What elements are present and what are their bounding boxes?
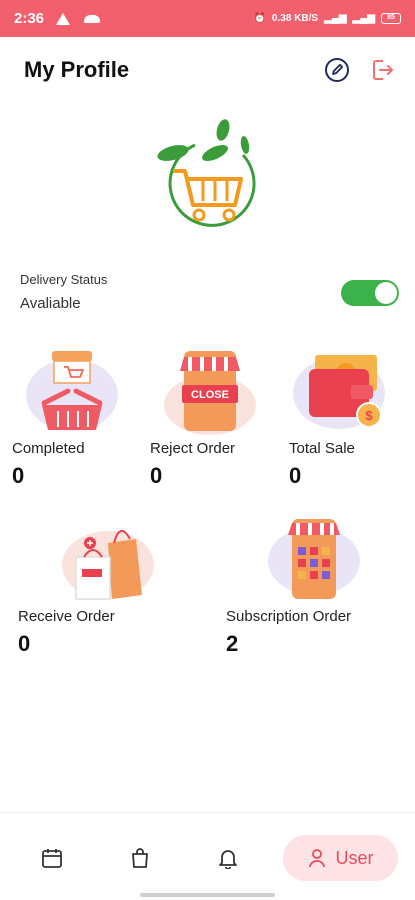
stat-reject-order-label: Reject Order <box>150 440 236 457</box>
shopping-bags-icon <box>62 530 154 600</box>
signal-icon-2: ▂▄▆ <box>352 13 375 24</box>
closed-shop-icon: CLOSE <box>164 351 256 435</box>
delivery-status-toggle[interactable] <box>341 280 399 306</box>
grocery-cart-logo-icon <box>157 119 256 227</box>
stat-completed-value: 0 <box>12 463 25 488</box>
shopping-cart-basket-icon <box>26 351 118 431</box>
store-logo <box>155 115 260 230</box>
stat-reject-order-value: 0 <box>150 463 163 488</box>
logout-button[interactable] <box>369 56 397 84</box>
stat-subscription-order[interactable]: Subscription Order 2 <box>226 513 364 657</box>
stat-completed[interactable]: Completed 0 <box>12 345 122 489</box>
edit-profile-button[interactable] <box>323 56 351 84</box>
svg-text:$: $ <box>365 408 373 423</box>
stat-subscription-order-value: 2 <box>226 631 239 656</box>
stat-total-sale-value: 0 <box>289 463 302 488</box>
cloud-icon <box>84 14 101 23</box>
wallet-money-icon: $ <box>293 355 385 429</box>
stat-receive-order-label: Receive Order <box>18 608 115 625</box>
calendar-icon <box>42 849 62 868</box>
toggle-knob <box>375 282 397 304</box>
bottom-nav: User <box>0 812 415 900</box>
nav-calendar[interactable] <box>32 835 72 881</box>
user-icon <box>309 849 326 868</box>
nav-user[interactable]: User <box>283 835 398 881</box>
status-bar: 2:36 ⏰ 0.38 KB/S ▂▄▆ ▂▄▆ 85 <box>0 0 415 37</box>
nav-user-label: User <box>335 847 374 868</box>
battery-icon: 85 <box>381 13 401 24</box>
shopping-bag-icon <box>132 848 148 868</box>
home-indicator <box>140 893 275 897</box>
edit-icon <box>325 58 349 82</box>
alarm-icon: ⏰ <box>253 13 266 24</box>
nav-notifications[interactable] <box>208 835 248 881</box>
delivery-status: Delivery Status Avaliable <box>20 272 399 322</box>
bell-icon <box>219 850 237 869</box>
delivery-status-label: Delivery Status <box>20 272 108 287</box>
nav-orders[interactable] <box>120 835 160 881</box>
logout-icon <box>373 60 393 80</box>
signal-icon: ▂▄▆ <box>324 13 347 24</box>
stat-receive-order-value: 0 <box>18 631 31 656</box>
page-title: My Profile <box>24 57 130 82</box>
stat-receive-order[interactable]: Receive Order 0 <box>18 513 158 657</box>
mobile-shop-icon <box>268 519 360 599</box>
status-time: 2:36 <box>14 10 45 27</box>
header: My Profile <box>24 52 397 88</box>
stat-completed-label: Completed <box>12 440 85 457</box>
svg-text:CLOSE: CLOSE <box>191 389 229 401</box>
stat-subscription-order-label: Subscription Order <box>226 608 352 625</box>
stat-total-sale-label: Total Sale <box>289 440 355 457</box>
warning-icon <box>56 12 71 25</box>
stat-total-sale[interactable]: $ Total Sale 0 <box>289 345 389 489</box>
network-speed: 0.38 KB/S <box>271 13 319 24</box>
stat-reject-order[interactable]: CLOSE Reject Order 0 <box>150 345 260 489</box>
